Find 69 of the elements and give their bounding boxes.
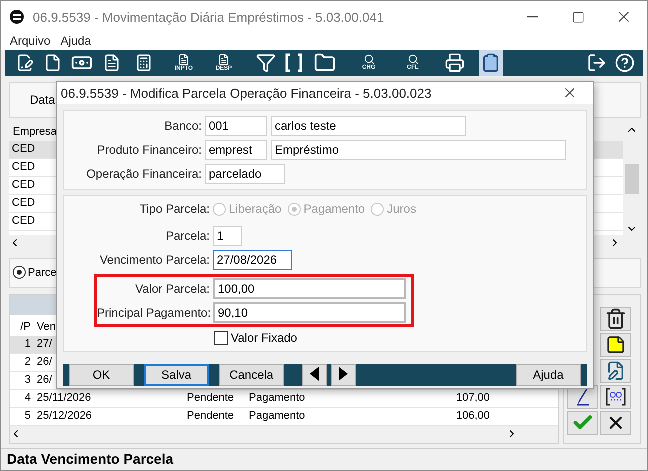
menu-item[interactable]: Ajuda	[58, 33, 94, 50]
document-icon	[44, 54, 62, 72]
dialog-title: 06.9.5539 - Modifica Parcela Operação Financeira - 5.03.00.023	[61, 86, 433, 100]
input-field[interactable]: carlos teste	[271, 116, 466, 136]
field-label: Tipo Parcela:	[138, 202, 210, 216]
exit-icon	[587, 52, 607, 73]
next-button[interactable]	[331, 364, 356, 386]
field-label: Principal Pagamento:	[97, 306, 210, 320]
folder-icon	[314, 52, 336, 74]
pen-icon	[576, 388, 590, 406]
input-field[interactable]: 1	[213, 226, 242, 246]
field-label: Valor Parcela:	[134, 282, 210, 296]
dialog-button[interactable]: Salva	[144, 364, 210, 386]
side-button[interactable]	[600, 332, 631, 357]
column-header: Empresa	[13, 126, 58, 138]
checkbox[interactable]	[214, 331, 228, 345]
input-field[interactable]: 90,10	[213, 302, 406, 323]
filter-icon	[256, 52, 276, 73]
field-label: Parcela:	[164, 229, 210, 243]
document-icon	[218, 54, 230, 66]
input-field[interactable]: 001	[205, 116, 267, 136]
radio-button[interactable]	[13, 266, 26, 280]
field-label: Banco:	[164, 119, 202, 133]
minimize-icon	[526, 16, 538, 18]
menu-item[interactable]: Arquivo	[7, 33, 54, 50]
input-field[interactable]: parcelado	[205, 164, 285, 184]
trash-icon	[604, 308, 626, 330]
brackets-icon	[284, 52, 304, 73]
field-label: Vencimento Parcela:	[98, 253, 210, 267]
dialog-button[interactable]: Cancela	[219, 364, 284, 386]
edit-document-icon	[16, 54, 34, 72]
search-icon	[408, 54, 418, 66]
status-text: Data Vencimento Parcela	[7, 451, 174, 468]
document-icon	[178, 54, 190, 66]
window-title: 06.9.5539 - Movimentação Diária Empréstimos - 5.03.00.041	[33, 10, 386, 24]
printer-icon	[445, 52, 465, 73]
calculator-icon	[135, 54, 153, 72]
column-header: Ven	[36, 321, 57, 334]
clipboard-icon	[481, 52, 501, 73]
table-row[interactable]: 5 25/12/2026 Pendente Pagamento 106,00	[10, 408, 558, 426]
side-button[interactable]	[600, 384, 631, 409]
maximize-icon	[572, 10, 584, 24]
side-button[interactable]	[600, 358, 631, 383]
note-icon	[606, 334, 626, 355]
dialog-button[interactable]: OK	[69, 364, 134, 386]
side-button[interactable]	[600, 410, 631, 435]
field-label: Produto Financeiro:	[96, 143, 202, 157]
help-icon	[615, 52, 635, 73]
table-row[interactable]: 4 25/11/2026 Pendente Pagamento 107,00	[10, 390, 558, 408]
search-icon	[364, 54, 374, 66]
left-triangle-icon	[310, 366, 320, 380]
field-label: Operação Financeira:	[86, 167, 202, 181]
horizontal-scrollbar[interactable]	[10, 426, 558, 443]
input-field[interactable]: Empréstimo	[271, 140, 566, 160]
range-icon	[604, 386, 626, 407]
filter-label: Data	[30, 92, 56, 107]
input-field[interactable]: 100,00	[213, 278, 406, 299]
radio-label: Parce	[28, 266, 57, 279]
dialog-button[interactable]: Ajuda	[516, 364, 581, 386]
scrollbar-thumb[interactable]	[625, 164, 639, 194]
toolbar-button[interactable]	[479, 50, 503, 76]
right-triangle-icon	[338, 366, 348, 380]
side-button[interactable]	[600, 306, 631, 331]
previous-button[interactable]	[302, 364, 328, 386]
input-field[interactable]: 27/08/2026	[213, 250, 292, 270]
checkbox-label: Valor Fixado	[231, 331, 298, 345]
input-field[interactable]: emprest	[205, 140, 267, 160]
app-logo-icon	[9, 9, 25, 25]
column-header: /P	[20, 321, 32, 334]
